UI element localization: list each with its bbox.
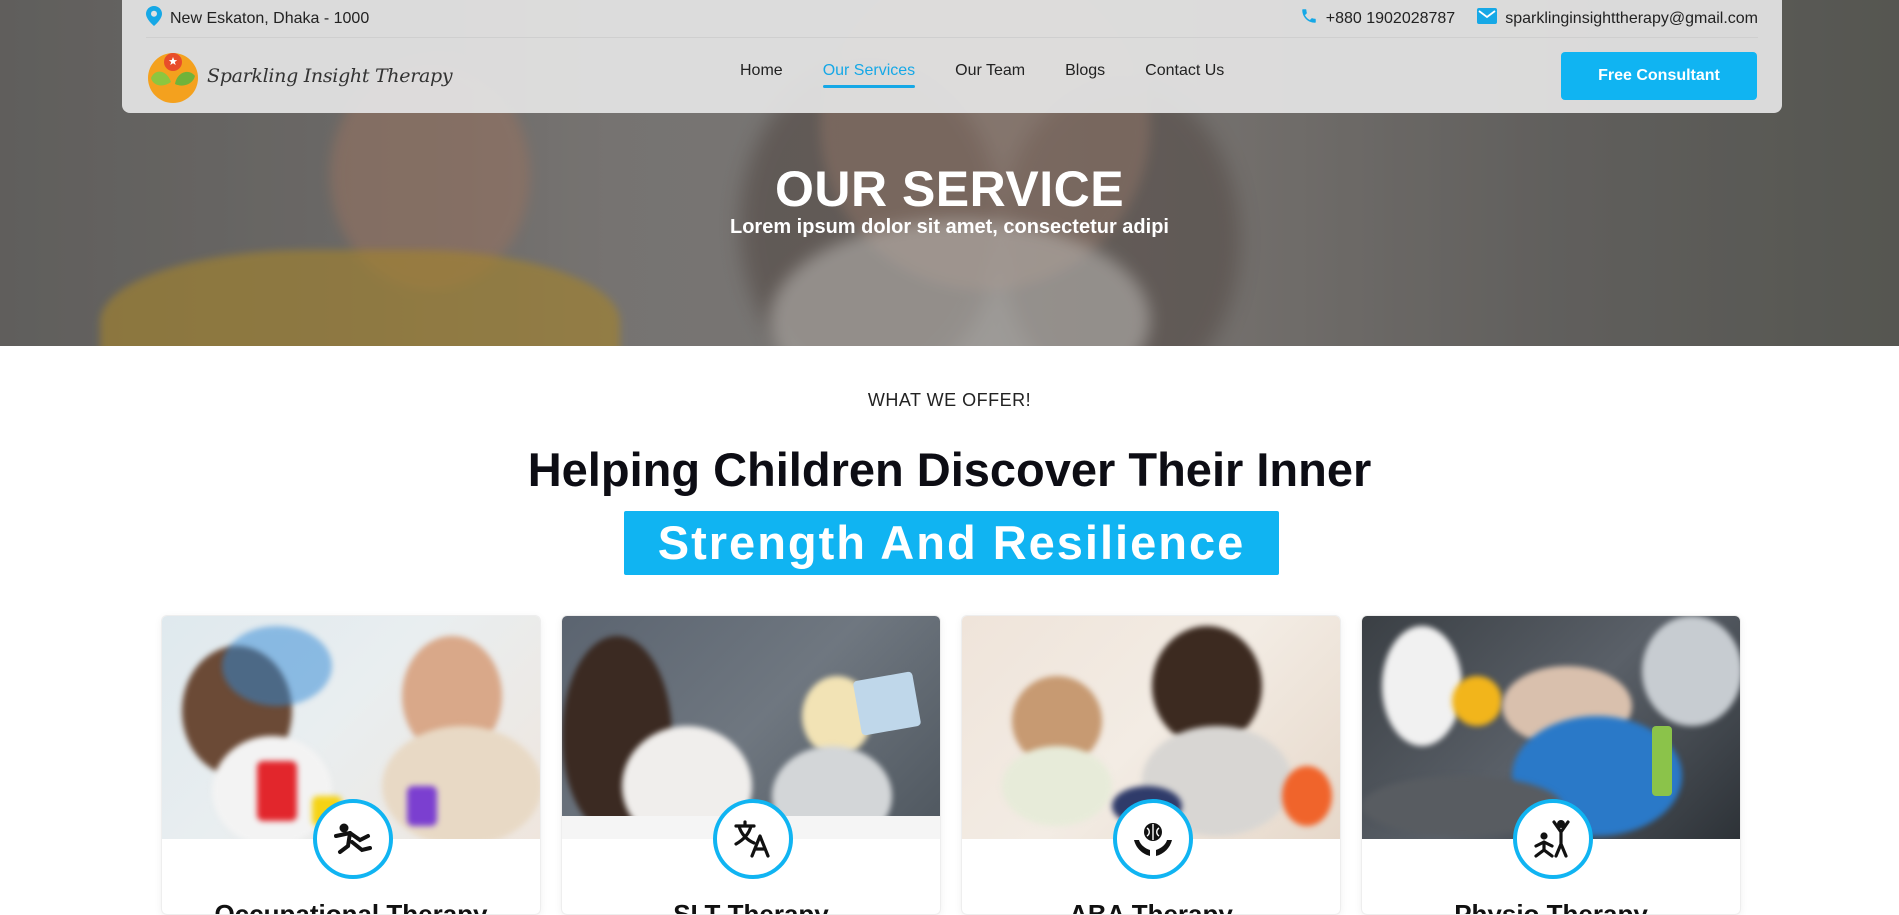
exercise-people-icon	[1534, 820, 1570, 858]
service-badge	[1113, 799, 1193, 879]
location-pin-icon	[146, 6, 162, 31]
service-title: ABA Therapy	[1069, 899, 1233, 915]
section-highlight: Strength And Resilience	[624, 511, 1279, 575]
service-title: SLT Therapy	[673, 899, 829, 915]
logo-mark-icon	[148, 53, 198, 103]
service-card-occupational[interactable]: Occupational Therapy	[161, 615, 541, 915]
climbing-person-icon	[334, 823, 372, 854]
hero-subtitle: Lorem ipsum dolor sit amet, consectetur …	[730, 216, 1169, 238]
nav-item-home[interactable]: Home	[720, 62, 803, 80]
phone-icon	[1300, 7, 1318, 30]
nav-item-blogs[interactable]: Blogs	[1045, 62, 1125, 80]
service-card-aba[interactable]: ABA Therapy	[961, 615, 1341, 915]
service-title: Occupational Therapy	[214, 899, 488, 915]
phone-item[interactable]: +880 1902028787	[1300, 7, 1455, 30]
service-card-physio[interactable]: Physio Therapy	[1361, 615, 1741, 915]
address-text: New Eskaton, Dhaka - 1000	[170, 9, 370, 27]
hero-title: OUR SERVICE	[774, 161, 1125, 217]
main-nav: Home Our Services Our Team Blogs Contact…	[720, 62, 1244, 88]
logo-text: Sparkling Insight Therapy	[207, 65, 453, 87]
service-title: Physio Therapy	[1454, 899, 1648, 915]
service-badge	[313, 799, 393, 879]
brain-hands-icon	[1134, 823, 1172, 856]
section-headline: Helping Children Discover Their Inner	[527, 443, 1372, 496]
address-item: New Eskaton, Dhaka - 1000	[146, 6, 369, 31]
nav-item-our-services[interactable]: Our Services	[803, 62, 935, 88]
nav-item-our-team[interactable]: Our Team	[935, 62, 1045, 80]
site-logo[interactable]: Sparkling Insight Therapy	[145, 48, 453, 104]
service-badge	[1513, 799, 1593, 879]
section-eyebrow: WHAT WE OFFER!	[867, 390, 1032, 410]
service-card-slt[interactable]: SLT Therapy	[561, 615, 941, 915]
translate-icon	[734, 820, 770, 858]
free-consultant-button[interactable]: Free Consultant	[1561, 52, 1757, 100]
phone-text: +880 1902028787	[1325, 9, 1456, 27]
email-item[interactable]: sparklinginsighttherapy@gmail.com	[1477, 7, 1758, 30]
nav-item-contact-us[interactable]: Contact Us	[1125, 62, 1244, 80]
site-header: New Eskaton, Dhaka - 1000 +880 190202878…	[122, 0, 1782, 113]
contact-topbar: New Eskaton, Dhaka - 1000 +880 190202878…	[146, 0, 1758, 38]
service-badge	[713, 799, 793, 879]
email-text: sparklinginsighttherapy@gmail.com	[1505, 9, 1758, 27]
mail-icon	[1477, 8, 1498, 29]
